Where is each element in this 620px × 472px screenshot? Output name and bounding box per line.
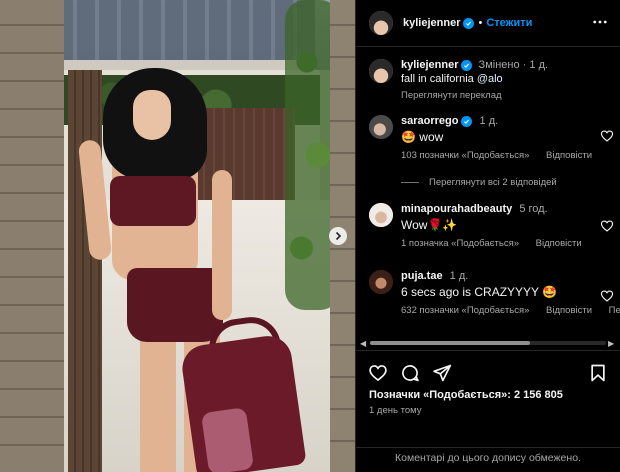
post-side-panel: kyliejenner • Стежити kyliejenner Змінен… [355,0,620,472]
comment-actions: 1 позначка «Подобається» Відповісти [401,238,601,249]
comments-restricted-text: Коментарі до цього допису обмежено. [395,452,581,464]
post-header: kyliejenner • Стежити [356,0,620,47]
like-button[interactable] [368,363,388,383]
bookmark-icon [591,364,605,382]
comment-actions: 632 позначки «Подобається» Відповісти Пе [401,305,620,316]
verified-icon [463,17,475,29]
comment-actions: 103 позначки «Подобається» Відповісти [401,150,601,161]
horizontal-scrollbar[interactable]: ◀ ▶ [356,338,620,348]
comment-username[interactable]: minapourahadbeauty [401,203,512,215]
garage-door [195,108,295,203]
figure-top [110,176,196,226]
stone-pillar-left [0,0,64,472]
more-horizontal-icon [593,20,607,24]
send-icon [433,364,452,382]
caption-body: kyliejenner Змінено · 1 д. fall in calif… [401,59,601,101]
heart-icon [369,365,387,382]
comment-heart-icon[interactable] [600,289,614,303]
caption-username[interactable]: kyliejenner [401,59,458,71]
verified-icon [461,116,473,127]
comment-likes-link[interactable]: 103 позначки «Подобається» [401,150,529,161]
caption: kyliejenner Змінено · 1 д. fall in calif… [369,59,614,101]
figure-arm-right [212,170,232,320]
caption-edited: Змінено [478,59,520,71]
header-username[interactable]: kyliejenner [403,17,460,29]
post-dialog: kyliejenner • Стежити kyliejenner Змінен… [0,0,620,472]
comment-time[interactable]: 5 год. [519,203,547,215]
wooden-gate [68,70,102,472]
translate-link-truncated[interactable]: Пе [609,305,620,316]
roof [55,0,315,66]
comments-restricted-notice: Коментарі до цього допису обмежено. [356,447,620,464]
figure-shorts [127,268,223,342]
comment-button[interactable] [400,363,420,383]
reply-button[interactable]: Відповісти [536,238,582,249]
translate-link[interactable]: Переглянути переклад [401,90,601,101]
comment-time[interactable]: 1 д. [480,115,499,127]
figure-face [133,90,171,140]
comment-text: 6 secs ago is CRAZYYYY 🤩 [401,285,558,299]
comment-text: Wow🌹✨ [401,218,458,232]
view-replies-button[interactable]: Переглянути всі 2 відповідей [401,177,557,188]
comment-likes-link[interactable]: 1 позначка «Подобається» [401,238,519,249]
avatar[interactable] [369,59,393,83]
more-options-button[interactable] [592,14,608,30]
comment-body: puja.tae 1 д. 6 secs ago is CRAZYYYY 🤩 6… [401,270,620,316]
share-button[interactable] [432,363,452,383]
comment-heart-icon[interactable] [600,129,614,143]
bag-highlight [200,407,255,472]
caption-text: fall in california [401,73,477,85]
scroll-right-arrow[interactable]: ▶ [608,339,614,348]
header-separator: • [478,17,483,29]
comment-username[interactable]: saraorrego [401,115,458,127]
reply-button[interactable]: Відповісти [546,150,592,161]
comment-body: saraorrego 1 д. 🤩 wow 103 позначки «Подо… [401,115,601,161]
save-button[interactable] [588,363,608,383]
caption-text-line: fall in california @alo [401,73,601,85]
reply-button[interactable]: Відповісти [546,305,592,316]
likes-count[interactable]: Позначки «Подобається»: 2 156 805 [369,389,563,401]
verified-icon [461,60,473,71]
follow-button[interactable]: Стежити [486,17,532,29]
caption-mention-link[interactable]: @alo [477,73,503,85]
comment-body: minapourahadbeauty 5 год. Wow🌹✨ 1 познач… [401,203,601,249]
comment-item: puja.tae 1 д. 6 secs ago is CRAZYYYY 🤩 6… [369,270,620,330]
comment-time[interactable]: 1 д. [450,270,469,282]
actions-section: Позначки «Подобається»: 2 156 805 1 день… [356,350,620,471]
comment-icon [402,365,419,382]
scroll-left-arrow[interactable]: ◀ [360,339,366,348]
avatar[interactable] [369,115,393,139]
avatar[interactable] [369,11,393,35]
comments-list[interactable]: kyliejenner Змінено · 1 д. fall in calif… [356,47,620,340]
comment-item: minapourahadbeauty 5 год. Wow🌹✨ 1 познач… [369,203,614,253]
post-image[interactable] [0,0,355,472]
comment-item: saraorrego 1 д. 🤩 wow 103 позначки «Подо… [369,115,614,165]
avatar[interactable] [369,203,393,227]
comment-text: 🤩 wow [401,130,444,144]
caption-time[interactable]: 1 д. [529,59,548,71]
view-replies-label: Переглянути всі 2 відповідей [429,177,557,188]
post-time[interactable]: 1 день тому [369,405,422,416]
chevron-right-icon [335,231,342,241]
comment-username[interactable]: puja.tae [401,270,443,282]
scroll-thumb[interactable] [370,341,530,345]
comment-likes-link[interactable]: 632 позначки «Подобається» [401,305,529,316]
replies-divider [401,182,419,183]
avatar[interactable] [369,270,393,294]
comment-heart-icon[interactable] [600,219,614,233]
next-image-button[interactable] [329,227,347,245]
